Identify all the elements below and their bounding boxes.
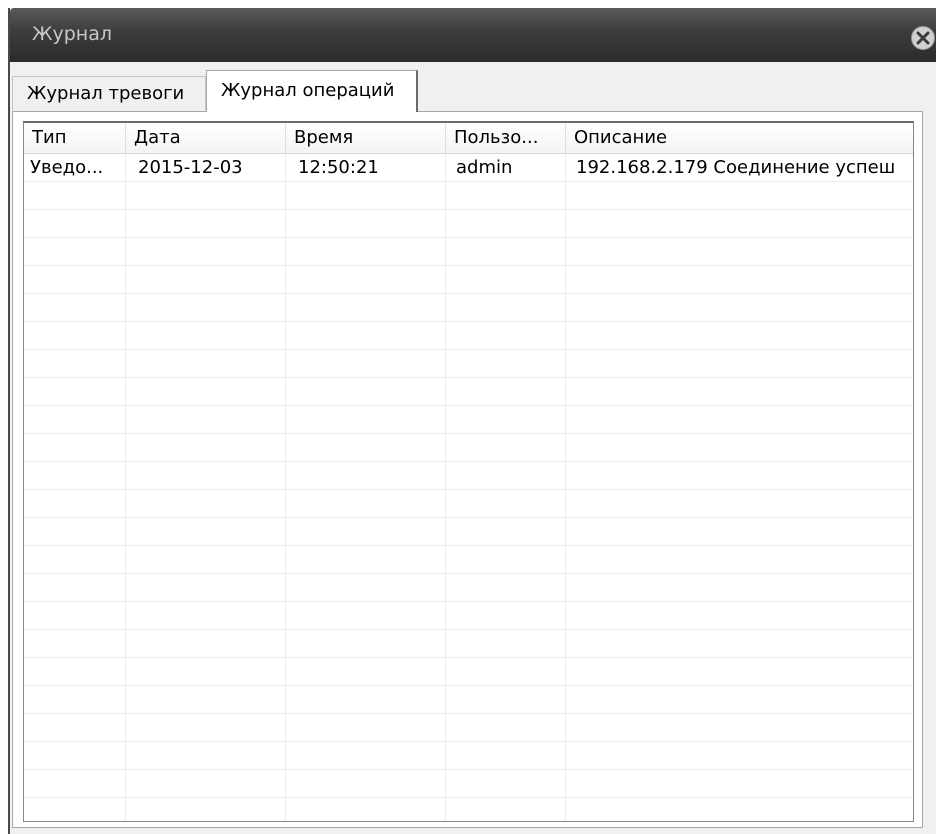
cell-date: 2015-12-03 [138, 157, 243, 178]
log-table[interactable]: Тип Дата Время Пользо... Описание Уведо.… [23, 121, 914, 822]
empty-row [24, 182, 913, 210]
empty-row [24, 546, 913, 574]
column-header-date[interactable]: Дата [126, 123, 286, 153]
cell-description: 192.168.2.179 Соединение успеш [576, 157, 896, 178]
empty-row [24, 266, 913, 294]
empty-row [24, 434, 913, 462]
empty-row [24, 574, 913, 602]
empty-row [24, 350, 913, 378]
empty-row [24, 714, 913, 742]
tab-strip: Журнал тревоги Журнал операций [10, 62, 936, 112]
log-window: Журнал Журнал тревоги Журнал операций Ти… [8, 8, 936, 834]
cell-time: 12:50:21 [298, 157, 379, 178]
empty-row [24, 658, 913, 686]
table-row[interactable]: Уведо... 2015-12-03 12:50:21 admin 192.1… [24, 154, 913, 182]
empty-row [24, 462, 913, 490]
column-header-description[interactable]: Описание [566, 123, 913, 153]
tab-operation-log[interactable]: Журнал операций [206, 70, 418, 112]
empty-row [24, 630, 913, 658]
tab-alarm-log[interactable]: Журнал тревоги [12, 76, 206, 110]
tab-panel: Тип Дата Время Пользо... Описание Уведо.… [12, 111, 923, 828]
empty-row [24, 742, 913, 770]
column-header-time[interactable]: Время [286, 123, 446, 153]
empty-row [24, 294, 913, 322]
close-icon [916, 31, 930, 45]
table-body: Уведо... 2015-12-03 12:50:21 admin 192.1… [24, 154, 913, 821]
close-button[interactable] [911, 26, 935, 50]
column-header-type[interactable]: Тип [24, 123, 126, 153]
empty-row [24, 490, 913, 518]
empty-row [24, 238, 913, 266]
column-header-user[interactable]: Пользо... [446, 123, 566, 153]
empty-row [24, 378, 913, 406]
window-title: Журнал [32, 23, 112, 45]
title-bar[interactable]: Журнал [10, 8, 936, 62]
empty-row [24, 406, 913, 434]
empty-row [24, 686, 913, 714]
empty-row [24, 602, 913, 630]
cell-user: admin [456, 157, 513, 178]
empty-row [24, 322, 913, 350]
empty-row [24, 770, 913, 798]
table-header: Тип Дата Время Пользо... Описание [24, 123, 913, 154]
empty-row [24, 210, 913, 238]
cell-type: Уведо... [30, 157, 104, 178]
empty-row [24, 518, 913, 546]
